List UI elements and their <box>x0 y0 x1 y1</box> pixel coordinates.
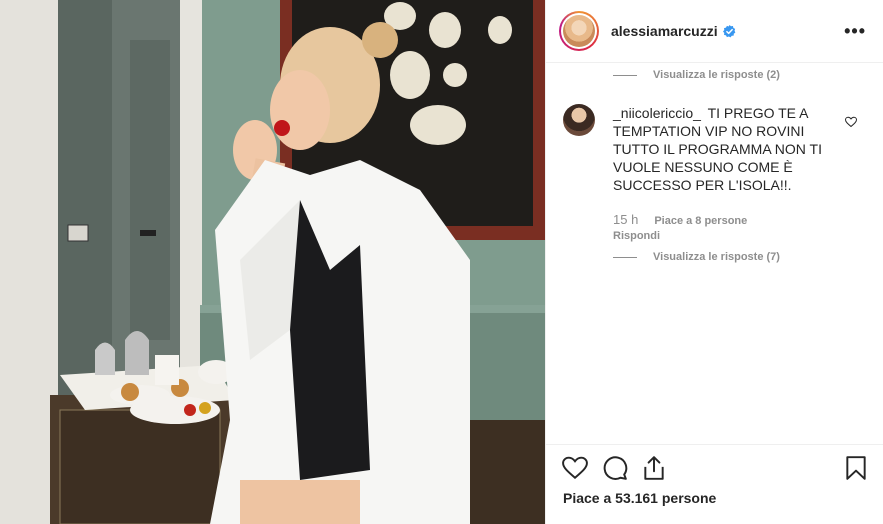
view-replies-link[interactable]: Visualizza le risposte (2) <box>613 69 780 81</box>
author-username[interactable]: alessiamarcuzzi <box>611 23 718 39</box>
reply-button[interactable]: Rispondi <box>613 230 660 242</box>
comment-body: _niicolericcio_ TI PREGO TE A TEMPTATION… <box>613 104 843 194</box>
post-photo-illustration <box>0 0 545 524</box>
commenter-avatar[interactable] <box>563 104 595 136</box>
bookmark-icon[interactable] <box>843 455 869 481</box>
post-header: alessiamarcuzzi ••• <box>546 0 883 63</box>
post-likes-count[interactable]: Piace a 53.161 persone <box>563 490 716 506</box>
view-replies-link-2[interactable]: Visualizza le risposte (7) <box>613 251 780 263</box>
view-replies-label: Visualizza le risposte (2) <box>653 69 780 81</box>
comment-like-heart-icon[interactable] <box>845 116 857 128</box>
divider-line <box>613 74 637 76</box>
post-side-panel: alessiamarcuzzi ••• Visualizza le rispos… <box>545 0 883 524</box>
commenter-username[interactable]: _niicolericcio_ <box>613 105 701 121</box>
verified-badge-icon <box>722 24 735 37</box>
heart-icon[interactable] <box>562 455 588 481</box>
author-avatar[interactable] <box>559 11 599 51</box>
comments-section: Visualizza le risposte (2) _niicolericci… <box>546 64 883 444</box>
author-avatar-image <box>563 15 595 47</box>
comment-likes[interactable]: Piace a 8 persone <box>654 215 747 227</box>
divider-line <box>613 256 637 258</box>
comment-meta: 15 h Piace a 8 persone <box>613 212 747 227</box>
post-photo[interactable] <box>0 0 545 524</box>
post-actions: Piace a 53.161 persone <box>546 444 883 524</box>
comment-time[interactable]: 15 h <box>613 212 638 227</box>
view-replies-label: Visualizza le risposte (7) <box>653 251 780 263</box>
comment-icon[interactable] <box>602 455 628 481</box>
share-icon[interactable] <box>641 455 667 481</box>
more-options-button[interactable]: ••• <box>844 22 866 40</box>
